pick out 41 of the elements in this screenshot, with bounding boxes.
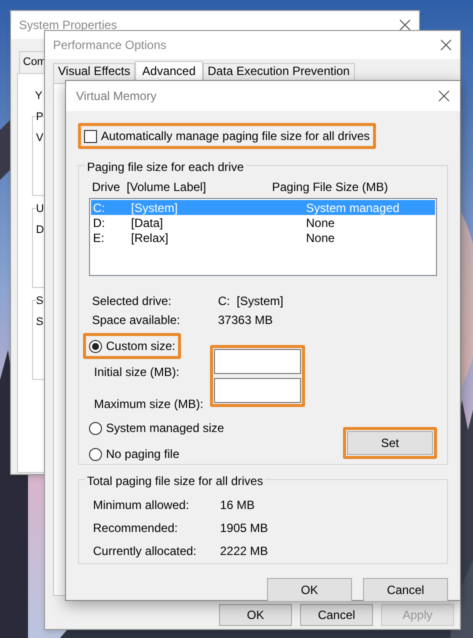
description-text: V — [36, 130, 44, 146]
info-value: 16 MB — [220, 497, 255, 514]
radio-button[interactable] — [89, 422, 102, 434]
set-button[interactable]: Set — [347, 431, 433, 455]
checkbox[interactable] — [84, 130, 97, 142]
window-title: Virtual Memory — [76, 88, 156, 105]
radio-button[interactable] — [89, 340, 102, 352]
info-label: Recommended: — [93, 520, 179, 537]
dialog-button[interactable]: Cancel — [363, 578, 448, 602]
close-icon[interactable] — [438, 90, 450, 102]
field-label: Initial size (MB): — [93, 364, 180, 381]
dialog-button[interactable]: OK — [219, 604, 292, 626]
description-text: Y — [34, 88, 42, 104]
info-label: Space available: — [92, 312, 182, 329]
column-header: Drive [Volume Label] — [92, 179, 208, 196]
checkbox-label: Automatically manage paging file size for all drives — [101, 128, 370, 145]
close-icon[interactable] — [399, 19, 411, 31]
dialog-button[interactable]: Cancel — [300, 604, 373, 626]
info-label: Currently allocated: — [93, 543, 198, 560]
info-label: Selected drive: — [92, 293, 172, 310]
info-value: 1905 MB — [220, 520, 268, 537]
close-icon[interactable] — [440, 39, 452, 51]
radio-label: Custom size: — [106, 338, 176, 355]
input-field[interactable] — [214, 378, 301, 403]
window-title: System Properties — [19, 17, 118, 34]
list-row[interactable]: E: [Relax] None — [91, 230, 435, 245]
window-title: Performance Options — [53, 37, 166, 54]
info-value: 2222 MB — [220, 543, 268, 560]
info-value: C: [System] — [218, 293, 284, 310]
info-label: Minimum allowed: — [93, 497, 190, 514]
list-row[interactable]: D: [Data] None — [91, 215, 435, 230]
description-text: S — [36, 314, 44, 330]
dialog-button[interactable]: OK — [267, 578, 352, 602]
column-header: Paging File Size (MB) — [272, 179, 388, 196]
radio-button[interactable] — [89, 448, 102, 460]
field-label: Maximum size (MB): — [93, 396, 204, 413]
radio-label: No paging file — [106, 446, 180, 463]
radio-label: System managed size — [106, 420, 224, 437]
description-text: D — [36, 222, 44, 238]
info-value: 37363 MB — [218, 312, 273, 329]
input-field[interactable] — [214, 349, 301, 374]
